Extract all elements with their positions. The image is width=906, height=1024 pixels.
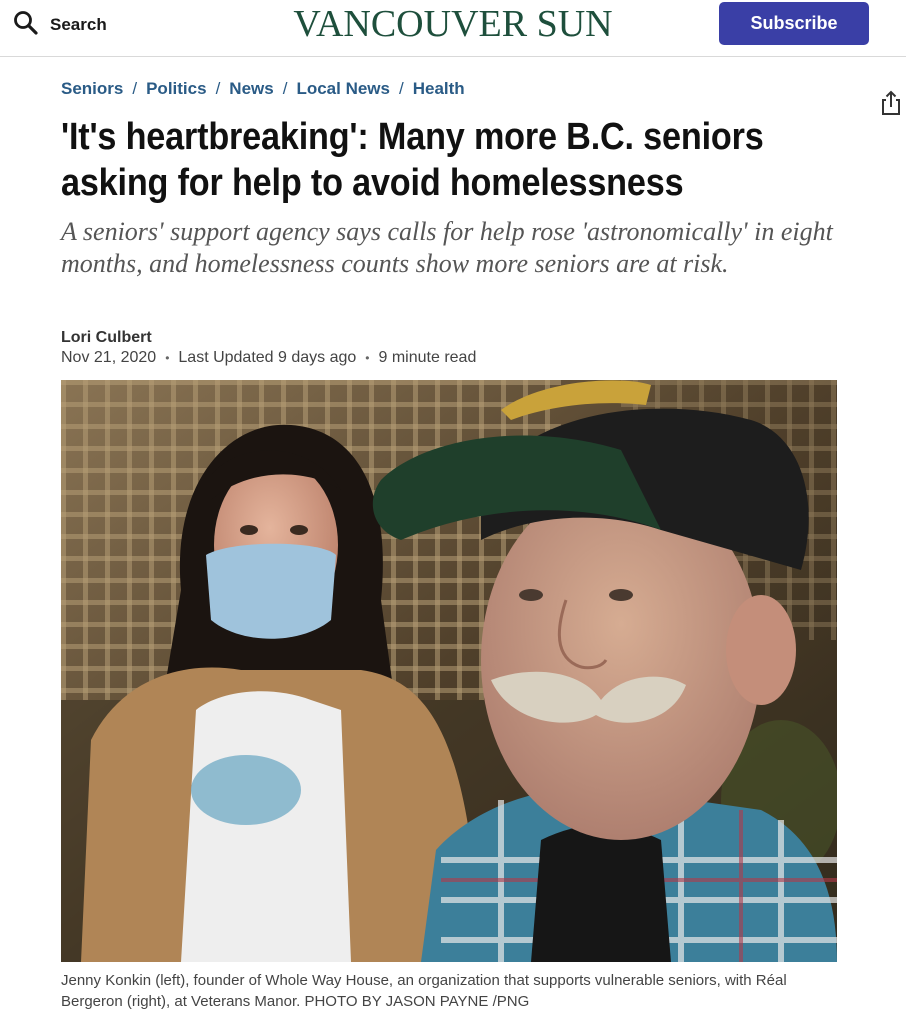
breadcrumb-health[interactable]: Health: [413, 79, 465, 99]
search-icon: [13, 10, 39, 41]
article-headline: 'It's heartbreaking': Many more B.C. sen…: [61, 116, 764, 204]
meta-dot: •: [365, 351, 370, 365]
meta-dot: •: [165, 351, 170, 365]
article-deck: A seniors' support agency says calls for…: [61, 217, 833, 278]
breadcrumb-separator: /: [399, 79, 404, 98]
publish-date: Nov 21, 2020: [61, 349, 157, 366]
search-button[interactable]: Search: [13, 10, 107, 40]
photo-illustration: [61, 380, 837, 962]
author-name[interactable]: Lori Culbert: [61, 329, 152, 347]
site-header: Search VANCOUVER SUN Subscribe: [0, 0, 906, 57]
photo-caption: Jenny Konkin (left), founder of Whole Wa…: [61, 972, 787, 1010]
article-photo[interactable]: [61, 380, 837, 962]
share-icon: [880, 90, 902, 121]
breadcrumb-news[interactable]: News: [229, 79, 273, 99]
read-time: 9 minute read: [378, 349, 477, 366]
site-logo[interactable]: VANCOUVER SUN: [293, 3, 612, 45]
article-meta: Nov 21, 2020 • Last Updated 9 days ago •…: [61, 349, 476, 367]
breadcrumb-separator: /: [132, 79, 138, 98]
search-label: Search: [50, 15, 107, 34]
breadcrumb-seniors[interactable]: Seniors: [61, 79, 123, 99]
breadcrumb-local-news[interactable]: Local News: [296, 79, 390, 99]
breadcrumb-separator: /: [282, 79, 288, 98]
breadcrumb: Seniors / Politics / News / Local News /…: [61, 79, 465, 99]
breadcrumb-politics[interactable]: Politics: [146, 79, 206, 99]
subscribe-button[interactable]: Subscribe: [719, 2, 869, 45]
breadcrumb-separator: /: [215, 79, 221, 98]
last-updated: Last Updated 9 days ago: [178, 349, 357, 366]
share-button[interactable]: [880, 89, 902, 117]
